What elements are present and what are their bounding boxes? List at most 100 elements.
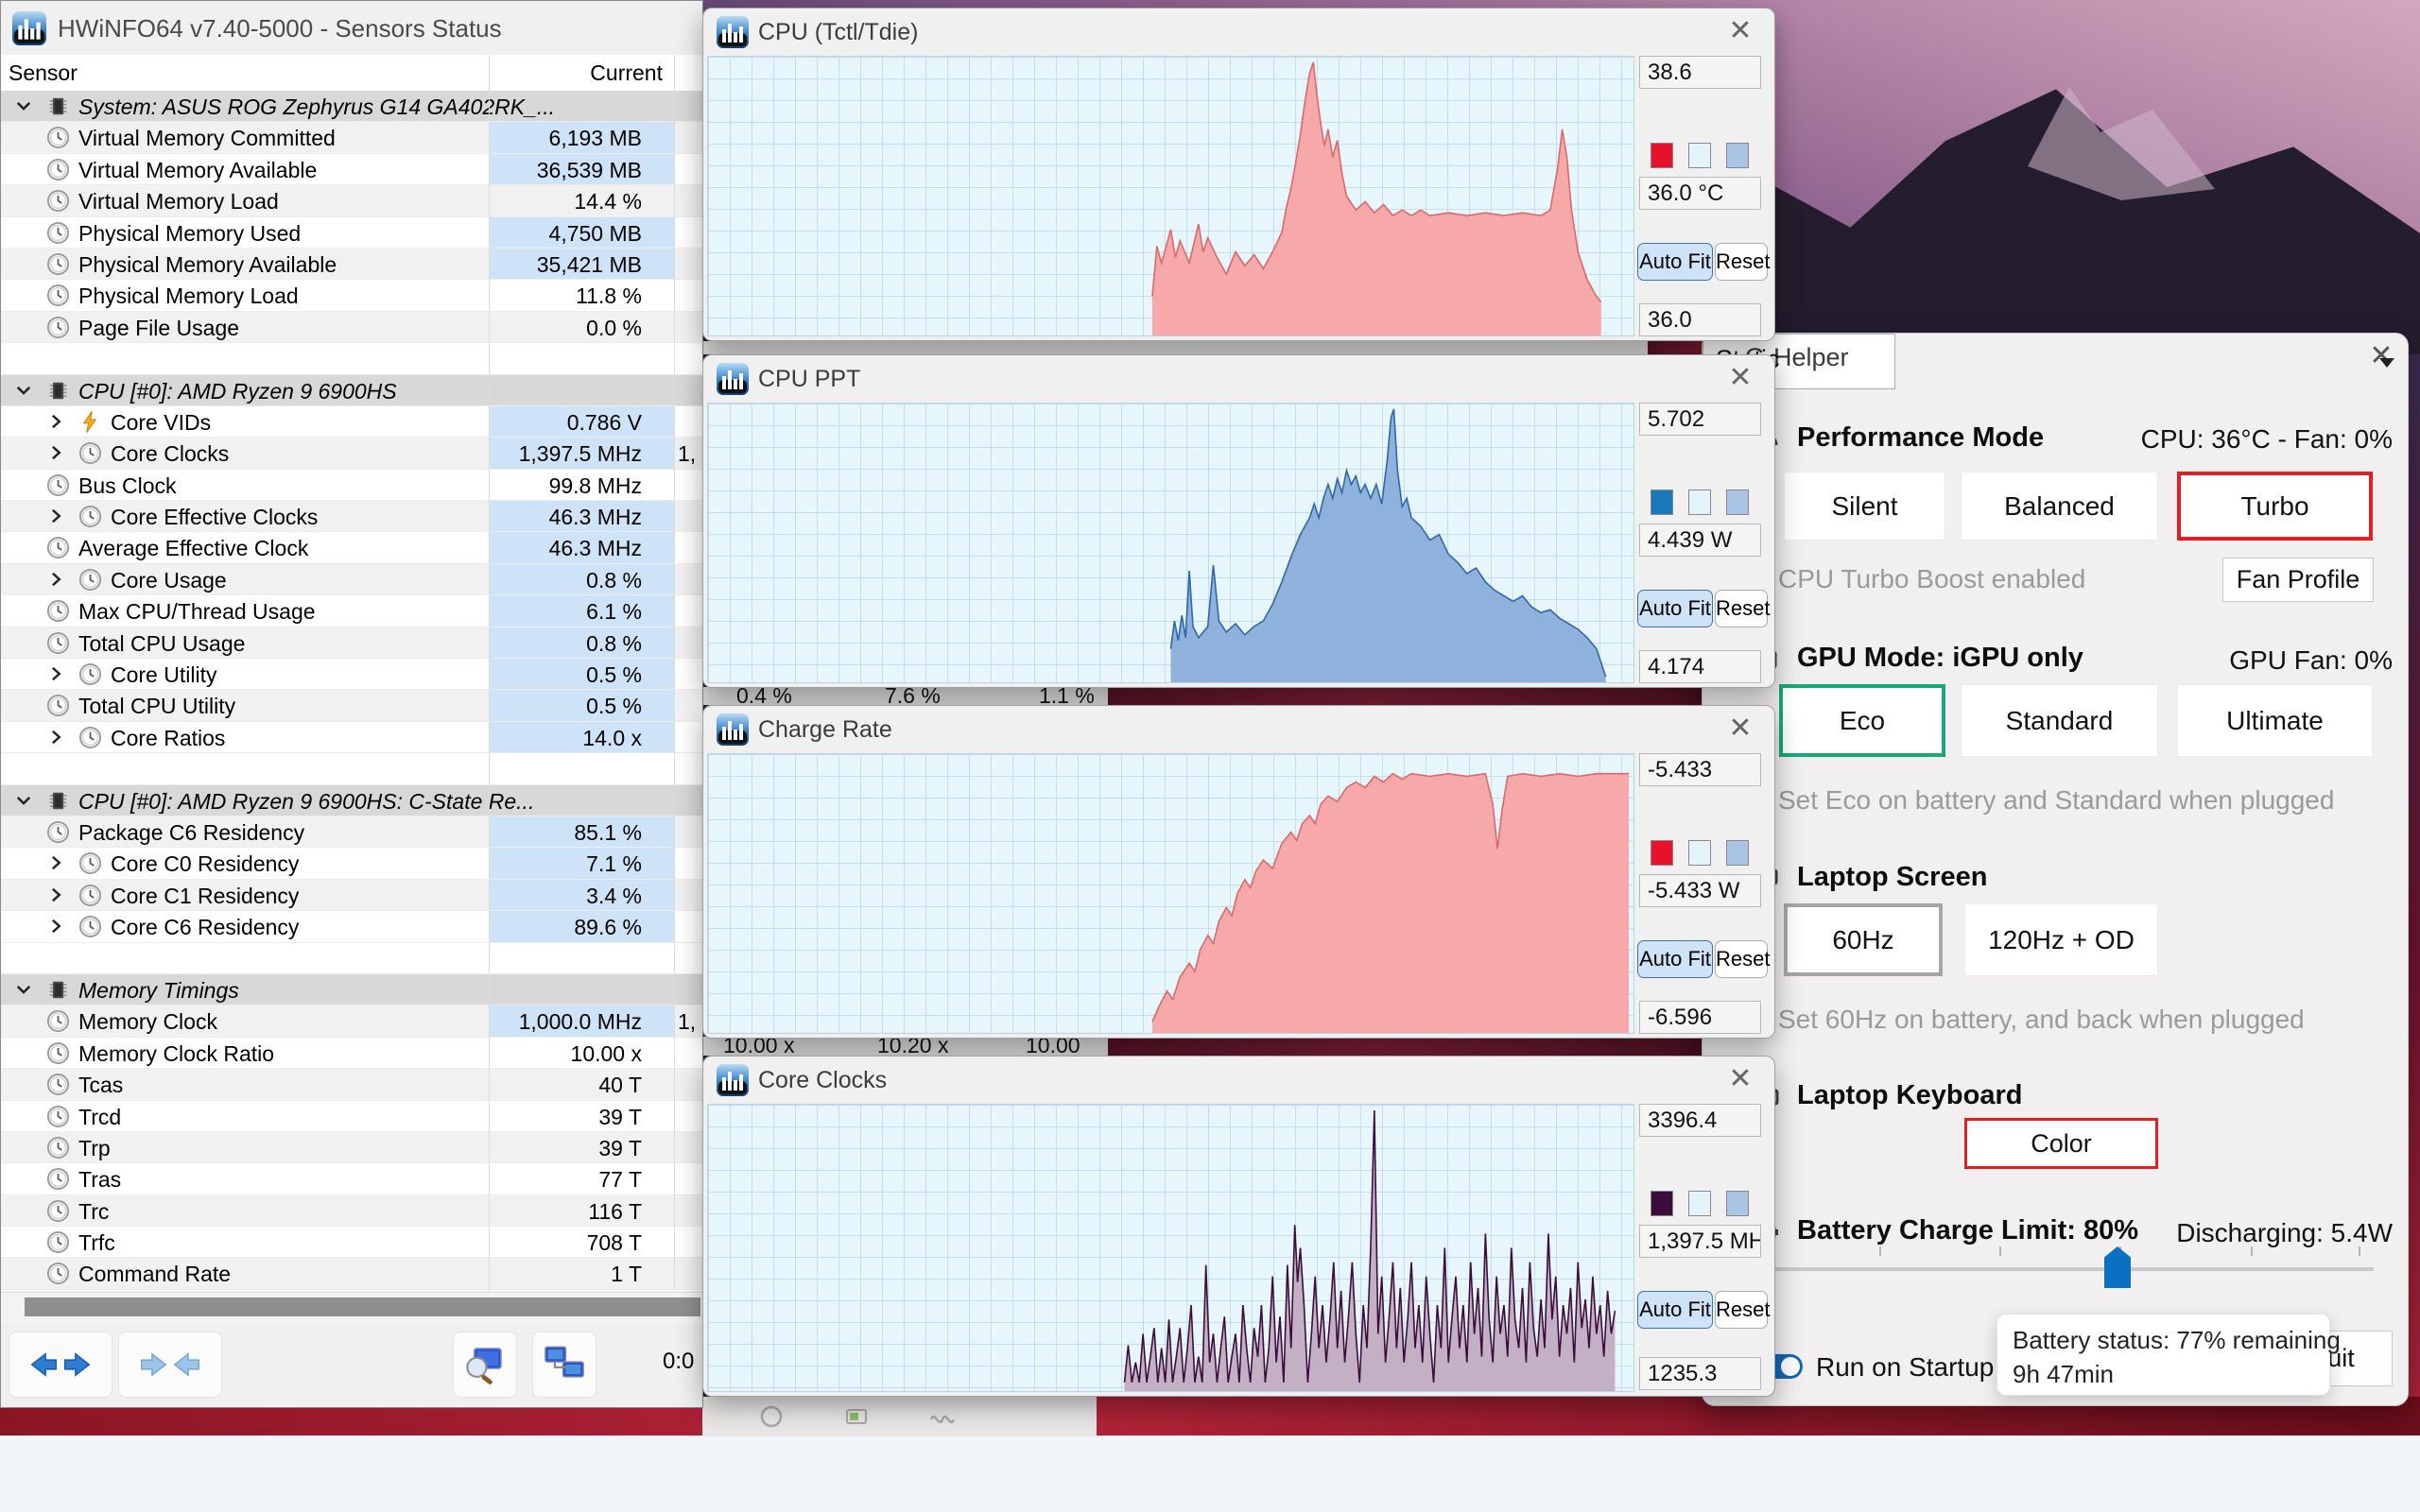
gpu-mode-eco-button[interactable]: Eco (1779, 684, 1945, 757)
sensor-label: Page File Usage (78, 315, 240, 340)
sensor-row[interactable]: Virtual Memory Available 36,539 MB (1, 153, 702, 186)
close-icon[interactable]: ✕ (1723, 14, 1757, 47)
sensor-row[interactable]: Trp 39 T (1, 1131, 702, 1164)
perf-mode-silent-button[interactable]: Silent (1784, 472, 1945, 541)
battery-limit-slider-track[interactable] (1750, 1267, 2374, 1271)
auto-fit-button[interactable]: Auto Fit (1637, 940, 1713, 978)
sensor-current-value: 3.4 % (490, 879, 674, 911)
background-color-swatch[interactable] (1688, 490, 1711, 515)
sensor-section-row[interactable]: Memory Timings (1, 973, 702, 1006)
chevron-right-icon[interactable] (46, 664, 65, 683)
expand-columns-button[interactable] (9, 1332, 112, 1398)
gpu-mode-ultimate-button[interactable]: Ultimate (2177, 684, 2373, 757)
sensor-row[interactable]: Trcd 39 T (1, 1100, 702, 1132)
sensor-label: Virtual Memory Load (78, 189, 279, 215)
screen-60hz-button[interactable]: 60Hz (1784, 903, 1943, 976)
hwinfo-titlebar[interactable]: HWiNFO64 v7.40-5000 - Sensors Status (1, 1, 702, 56)
chevron-right-icon[interactable] (46, 570, 65, 589)
chevron-right-icon[interactable] (46, 443, 65, 462)
chevron-down-icon[interactable] (14, 980, 33, 999)
remote-monitors-button[interactable] (532, 1332, 596, 1398)
series-color-swatch[interactable] (1651, 1191, 1673, 1216)
keyboard-color-button[interactable]: Color (1964, 1118, 2158, 1169)
sensor-section-row[interactable]: CPU [#0]: AMD Ryzen 9 6900HS: C-State Re… (1, 784, 702, 816)
chevron-right-icon[interactable] (46, 507, 65, 525)
sensor-row[interactable]: Physical Memory Used 4,750 MB (1, 216, 702, 249)
sensor-row[interactable]: Virtual Memory Load 14.4 % (1, 185, 702, 217)
series-color-swatch[interactable] (1651, 143, 1673, 168)
reset-button[interactable]: Reset (1715, 243, 1770, 281)
sensor-section-row[interactable]: CPU [#0]: AMD Ryzen 9 6900HS (1, 374, 702, 406)
background-color-swatch[interactable] (1688, 143, 1711, 168)
sensor-current-value: 1 T (611, 1262, 642, 1287)
sensor-row[interactable]: Trfc 708 T (1, 1227, 702, 1259)
close-icon[interactable]: ✕ (1723, 361, 1757, 394)
sensor-row[interactable]: Total CPU Utility 0.5 % (1, 690, 702, 722)
series-color-swatch[interactable] (1651, 490, 1673, 515)
monitor-zoom-button[interactable] (453, 1332, 517, 1398)
clock-icon (46, 1230, 70, 1254)
reset-button[interactable]: Reset (1715, 940, 1770, 978)
sensor-row[interactable]: Core C1 Residency 3.4 % (1, 879, 702, 912)
perf-mode-balanced-button[interactable]: Balanced (1961, 472, 2158, 541)
sensor-row[interactable]: Core Usage 0.8 % (1, 563, 702, 596)
close-icon[interactable]: ✕ (1723, 712, 1757, 745)
background-color-swatch[interactable] (1688, 1191, 1711, 1216)
auto-fit-button[interactable]: Auto Fit (1637, 590, 1713, 627)
sensor-row[interactable]: Page File Usage 0.0 % (1, 311, 702, 344)
auto-fit-button[interactable]: Auto Fit (1637, 243, 1713, 281)
sensor-row[interactable]: Core Clocks 1,397.5 MHz 1, (1, 438, 702, 470)
grid-color-swatch[interactable] (1726, 1191, 1749, 1216)
sensor-row[interactable]: Command Rate 1 T (1, 1258, 702, 1290)
graph-min-value: 1235.3 (1639, 1357, 1761, 1390)
sensor-row[interactable]: Physical Memory Available 35,421 MB (1, 248, 702, 281)
chevron-right-icon[interactable] (46, 412, 65, 431)
sensor-row[interactable]: Core Effective Clocks 46.3 MHz (1, 501, 702, 533)
grid-color-swatch[interactable] (1726, 490, 1749, 515)
sensor-row[interactable]: Core Utility 0.5 % (1, 659, 702, 691)
sensor-row[interactable]: Core VIDs 0.786 V (1, 405, 702, 438)
sensor-row[interactable]: Tcas 40 T (1, 1069, 702, 1101)
graph-title: Charge Rate (758, 716, 892, 743)
chevron-right-icon[interactable] (46, 728, 65, 747)
sensor-row[interactable]: Bus Clock 99.8 MHz (1, 469, 702, 502)
auto-fit-button[interactable]: Auto Fit (1637, 1291, 1713, 1329)
sensor-row[interactable]: Tras 77 T (1, 1163, 702, 1195)
gpu-mode-standard-button[interactable]: Standard (1961, 684, 2158, 757)
bg-value: 10.00 (1026, 1037, 1080, 1056)
sensor-row[interactable]: Max CPU/Thread Usage 6.1 % (1, 595, 702, 627)
sensor-row[interactable]: Memory Clock Ratio 10.00 x (1, 1037, 702, 1070)
collapse-columns-button[interactable] (118, 1332, 222, 1398)
sensor-row[interactable]: Physical Memory Load 11.8 % (1, 280, 702, 312)
fan-profile-button[interactable]: Fan Profile (2222, 558, 2374, 602)
screen-120hz-od-button[interactable]: 120Hz + OD (1964, 903, 2158, 976)
reset-button[interactable]: Reset (1715, 590, 1770, 627)
close-icon[interactable]: ✕ (1723, 1062, 1757, 1095)
background-color-swatch[interactable] (1688, 840, 1711, 866)
chevron-right-icon[interactable] (46, 853, 65, 872)
sensor-row[interactable]: Average Effective Clock 46.3 MHz (1, 532, 702, 564)
series-color-swatch[interactable] (1651, 840, 1673, 866)
grid-color-swatch[interactable] (1726, 143, 1749, 168)
chevron-right-icon[interactable] (46, 917, 65, 936)
sensor-current-value: 10.00 x (570, 1040, 642, 1066)
horizontal-scrollbar-thumb[interactable] (25, 1297, 700, 1316)
sensor-row[interactable]: Core Ratios 14.0 x (1, 721, 702, 754)
sensor-row[interactable]: Core C6 Residency 89.6 % (1, 911, 702, 943)
sensor-row[interactable]: Package C6 Residency 85.1 % (1, 816, 702, 849)
perf-mode-turbo-button[interactable]: Turbo (2177, 472, 2373, 541)
chevron-down-icon[interactable] (14, 96, 33, 115)
battery-limit-slider-thumb[interactable] (2104, 1246, 2131, 1288)
chevron-right-icon[interactable] (46, 885, 65, 904)
sensor-row[interactable]: Trc 116 T (1, 1194, 702, 1228)
sensor-label: Core Ratios (111, 725, 226, 750)
grid-color-swatch[interactable] (1726, 840, 1749, 866)
sensor-section-row[interactable]: System: ASUS ROG Zephyrus G14 GA402RK_..… (1, 91, 702, 123)
sensor-row[interactable]: Total CPU Usage 0.8 % (1, 627, 702, 660)
sensor-row[interactable]: Core C0 Residency 7.1 % (1, 848, 702, 880)
chevron-down-icon[interactable] (14, 791, 33, 810)
reset-button[interactable]: Reset (1715, 1291, 1770, 1329)
sensor-row[interactable]: Memory Clock 1,000.0 MHz 1, (1, 1005, 702, 1038)
sensor-row[interactable]: Virtual Memory Committed 6,193 MB (1, 122, 702, 154)
chevron-down-icon[interactable] (14, 381, 33, 400)
